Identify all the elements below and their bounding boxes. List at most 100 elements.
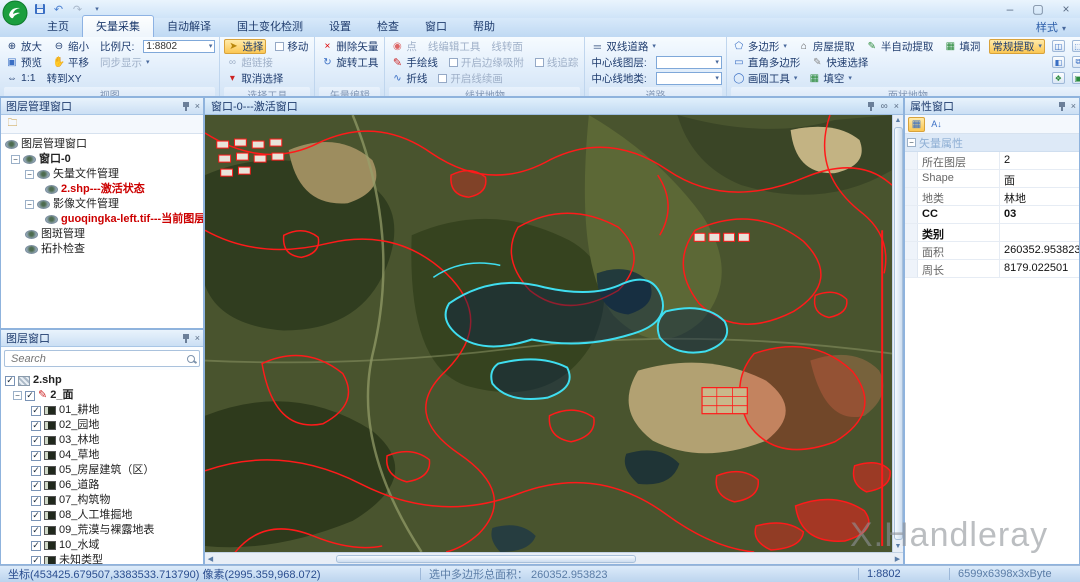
goto-xy-button[interactable]: 转到XY [45, 71, 84, 86]
select-button[interactable]: ➤选择 [224, 39, 266, 54]
tree-node-topology[interactable]: 拓扑检查 [5, 242, 201, 257]
merge-icon[interactable]: ◫ [1052, 40, 1065, 52]
property-value[interactable]: 林地 [1000, 188, 1079, 205]
point-button[interactable]: ◉点 [389, 39, 419, 54]
edge-snap-checkbox[interactable]: 开启边缘吸附 [447, 55, 526, 70]
qat-dropdown-button[interactable]: ▾ [89, 2, 104, 16]
circle-tool-button[interactable]: ◯画圆工具▾ [731, 71, 800, 86]
property-row[interactable]: 地类林地 [905, 188, 1079, 206]
property-row[interactable]: 所在图层2 [905, 152, 1079, 170]
scale-combo[interactable]: 1:8802▾ [143, 40, 215, 53]
line-to-polygon-button[interactable]: 线转面 [489, 39, 525, 54]
horizontal-scroll-thumb[interactable] [336, 555, 636, 563]
normal-extract-button[interactable]: 常规提取▾ [989, 39, 1045, 54]
property-row[interactable]: CC03 [905, 206, 1079, 224]
layer-item[interactable]: ✓未知类型 [5, 553, 201, 564]
tab-vector-collection[interactable]: 矢量采集 [82, 15, 154, 37]
checkbox-checked-icon[interactable]: ✓ [31, 421, 41, 431]
semi-auto-extract-button[interactable]: ✎半自动提取 [864, 39, 936, 54]
open-folder-button[interactable]: 🗀 [4, 117, 21, 132]
tree-node-root[interactable]: 图层管理窗口 [5, 137, 201, 152]
collapse-icon[interactable]: − [25, 170, 34, 179]
union-icon[interactable]: ⧉ [1072, 56, 1080, 68]
move-checkbox[interactable]: 移动 [273, 39, 310, 54]
fill-empty-button[interactable]: ▦填空▾ [806, 71, 854, 86]
centerline-class-combo[interactable]: ▾ [656, 72, 722, 85]
close-icon[interactable]: × [195, 333, 200, 343]
checkbox-checked-icon[interactable]: ✓ [31, 511, 41, 521]
layer-item[interactable]: ✓03_林地 [5, 433, 201, 448]
layer-item[interactable]: ✓05_房屋建筑（区） [5, 463, 201, 478]
clip-icon[interactable]: ◧ [1052, 56, 1065, 68]
checkbox-checked-icon[interactable]: ✓ [25, 391, 35, 401]
tab-check[interactable]: 检查 [364, 16, 412, 37]
property-row[interactable]: 面积260352.953823 [905, 242, 1079, 260]
zoom-in-button[interactable]: ⊕放大 [4, 39, 44, 54]
scroll-left-icon[interactable]: ◀ [205, 553, 216, 564]
tab-settings[interactable]: 设置 [316, 16, 364, 37]
raster-select-icon[interactable]: ▣ [1072, 72, 1080, 84]
line-edit-tools-button[interactable]: 线编辑工具 [426, 39, 483, 54]
property-value[interactable]: 260352.953823 [1000, 242, 1079, 259]
hyperlink-button[interactable]: ∞超链接 [224, 55, 275, 70]
scroll-down-icon[interactable]: ▼ [893, 541, 904, 552]
property-value[interactable]: 03 [1000, 206, 1079, 223]
collapse-icon[interactable]: − [13, 391, 22, 400]
style-menu-button[interactable]: 样式 ▾ [1032, 17, 1070, 37]
scroll-right-icon[interactable]: ▶ [892, 553, 903, 564]
minimize-button[interactable]: – [996, 1, 1024, 17]
checkbox-checked-icon[interactable]: ✓ [31, 466, 41, 476]
undo-button[interactable]: ↶ [51, 2, 66, 16]
polyline-button[interactable]: ∿折线 [389, 71, 429, 86]
tree-node-vector-mgmt[interactable]: −矢量文件管理 [5, 167, 201, 182]
property-value[interactable]: 面 [1000, 170, 1079, 187]
sort-az-button[interactable]: A↓ [928, 117, 945, 132]
property-section-header[interactable]: − 矢量属性 [905, 134, 1079, 152]
checkbox-checked-icon[interactable]: ✓ [31, 556, 41, 565]
vertical-scroll-thumb[interactable] [894, 127, 903, 540]
tree-node-patch-mgmt[interactable]: 图斑管理 [5, 227, 201, 242]
freehand-line-button[interactable]: ✎手绘线 [389, 55, 440, 70]
centerline-layer-combo[interactable]: ▾ [656, 56, 722, 69]
map-canvas[interactable] [205, 115, 892, 552]
rect-polygon-button[interactable]: ▭直角多边形 [731, 55, 803, 70]
property-row[interactable]: 类别 [905, 224, 1079, 242]
line-continue-checkbox[interactable]: 开启线续画 [436, 71, 505, 86]
tree-node-image-mgmt[interactable]: −影像文件管理 [5, 197, 201, 212]
checkbox-checked-icon[interactable]: ✓ [31, 526, 41, 536]
rotate-tool-button[interactable]: ↻旋转工具 [319, 55, 380, 70]
close-button[interactable]: × [1052, 1, 1080, 17]
sync-display-button[interactable]: 同步显示▾ [98, 55, 152, 70]
collapse-icon[interactable]: − [907, 138, 916, 147]
categorized-view-button[interactable]: ▦ [908, 117, 925, 132]
layer-group-row[interactable]: −✓✎2_面 [5, 388, 201, 403]
layer-item[interactable]: ✓10_水域 [5, 538, 201, 553]
property-row[interactable]: 周长8179.022501 [905, 260, 1079, 278]
property-row[interactable]: Shape面 [905, 170, 1079, 188]
pin-icon[interactable] [182, 102, 190, 111]
tree-node-current-tif[interactable]: guoqingka-left.tif---当前图层 [5, 212, 201, 227]
checkbox-checked-icon[interactable]: ✓ [31, 496, 41, 506]
pan-button[interactable]: ✋平移 [51, 55, 91, 70]
double-line-road-button[interactable]: ＝双线道路▾ [589, 39, 658, 54]
checkbox-checked-icon[interactable]: ✓ [5, 376, 15, 386]
tree-node-active-shp[interactable]: 2.shp---激活状态 [5, 182, 201, 197]
tab-auto-interpret[interactable]: 自动解译 [154, 16, 224, 37]
property-value[interactable]: 8179.022501 [1000, 260, 1079, 277]
pin-icon[interactable] [867, 102, 875, 111]
zoom-out-button[interactable]: ⊖缩小 [51, 39, 91, 54]
checkbox-checked-icon[interactable]: ✓ [31, 436, 41, 446]
link-icon[interactable]: ∞ [881, 101, 888, 112]
property-value[interactable]: 2 [1000, 152, 1079, 169]
vertical-scrollbar[interactable]: ▲ ▼ [892, 115, 903, 552]
quick-select-button[interactable]: ✎快速选择 [809, 55, 870, 70]
collapse-icon[interactable]: − [11, 155, 20, 164]
scroll-up-icon[interactable]: ▲ [893, 115, 904, 126]
checkbox-checked-icon[interactable]: ✓ [31, 451, 41, 461]
horizontal-scrollbar[interactable]: ◀ ▶ [205, 552, 903, 564]
layer-item[interactable]: ✓09_荒漠与裸露地表 [5, 523, 201, 538]
preview-button[interactable]: ▣预览 [4, 55, 44, 70]
tree-node-window0[interactable]: −窗口-0 [5, 152, 201, 167]
tab-help[interactable]: 帮助 [460, 16, 508, 37]
layer-item[interactable]: ✓01_耕地 [5, 403, 201, 418]
